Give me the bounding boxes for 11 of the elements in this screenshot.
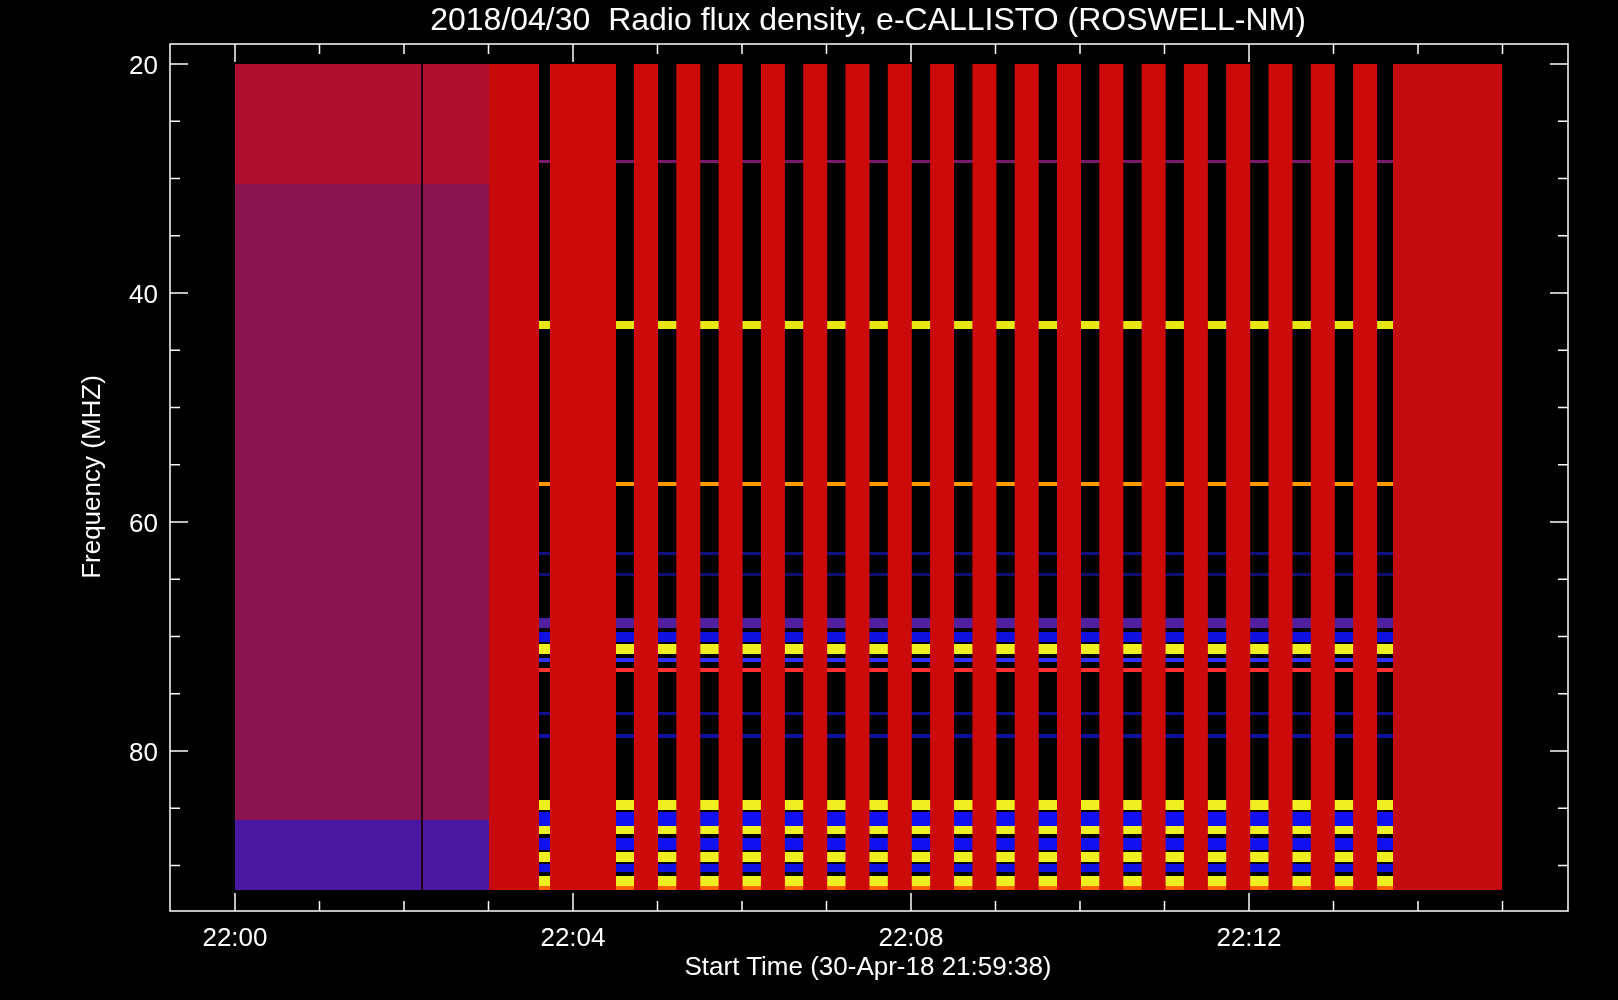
tick-label: 22:12	[1216, 922, 1282, 952]
tick-label: 40	[129, 279, 158, 309]
axis-label: Frequency (MHZ)	[76, 375, 106, 579]
tick-label: 22:00	[202, 922, 268, 952]
tick-label: 22:04	[540, 922, 606, 952]
tick-label: 22:08	[878, 922, 944, 952]
axis-label: Start Time (30-Apr-18 21:59:38)	[684, 951, 1052, 981]
tick-label: 80	[129, 737, 158, 767]
tick-label: 20	[129, 50, 158, 80]
tick-label: 60	[129, 508, 158, 538]
chart-title: 2018/04/30 Radio flux density, e-CALLISTO (ROSWELL-NM)	[430, 1, 1306, 37]
